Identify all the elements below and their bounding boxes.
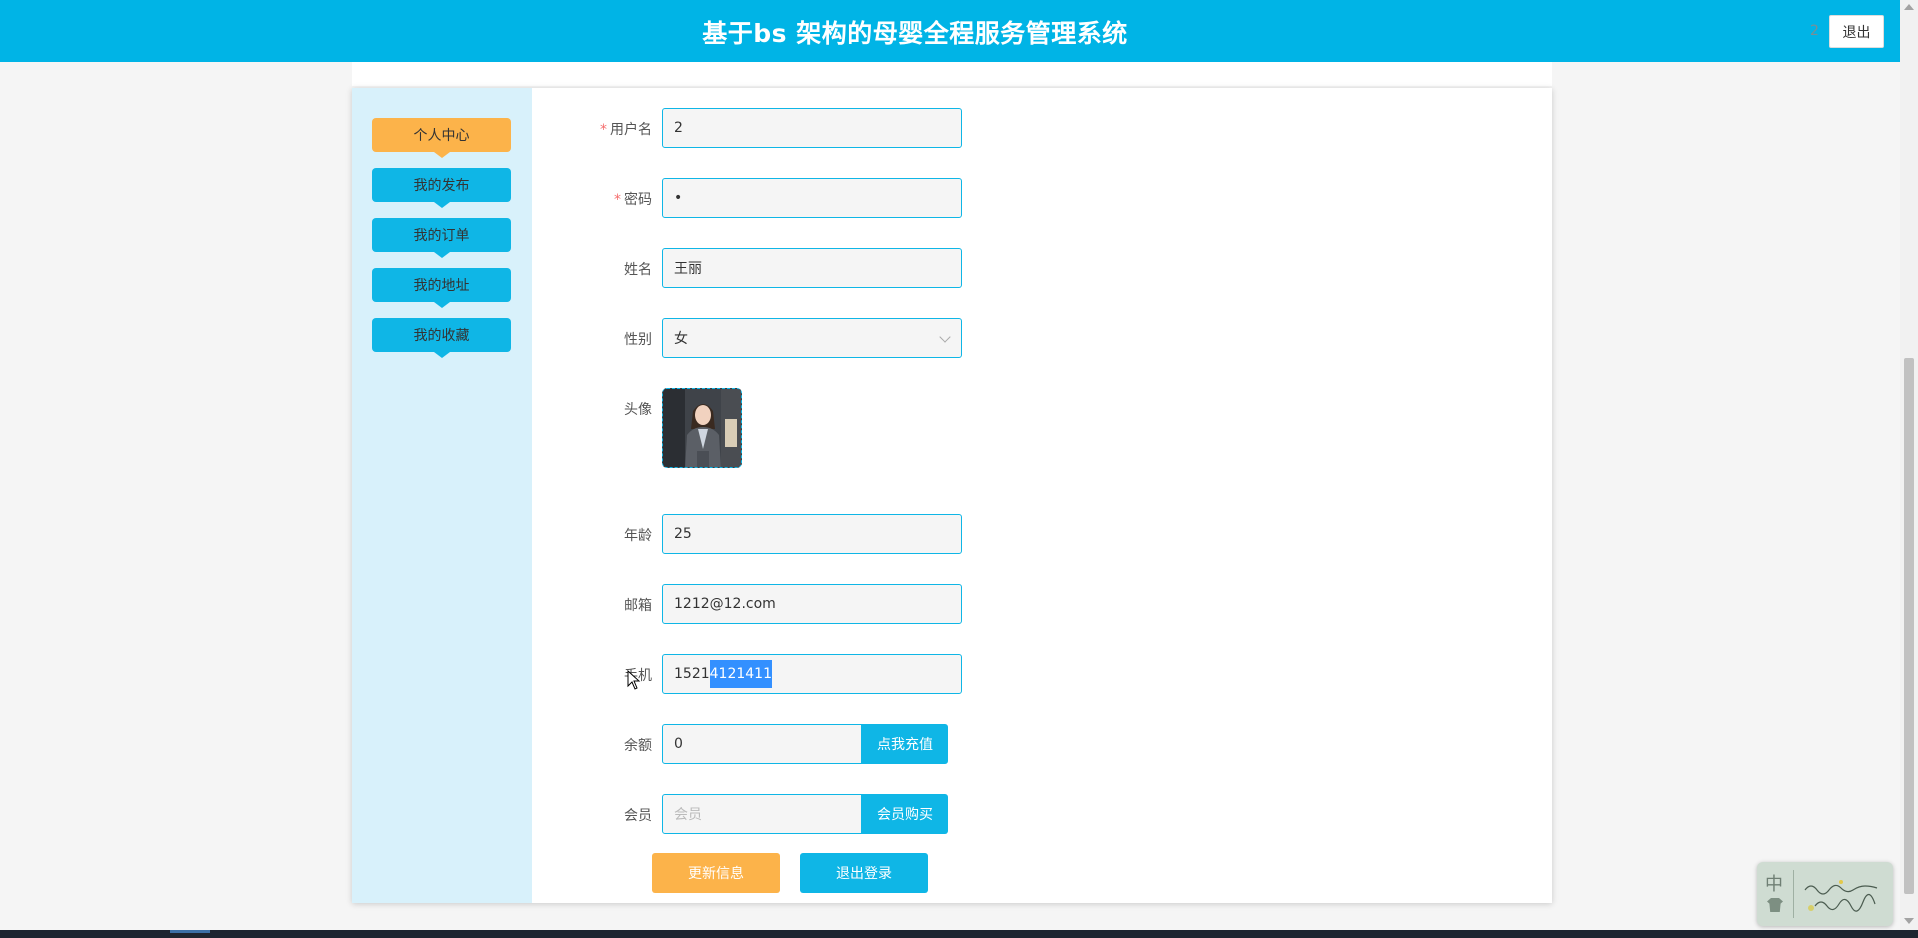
scrollbar-thumb[interactable] <box>1904 358 1914 894</box>
buy-membership-button[interactable]: 会员购买 <box>862 794 948 834</box>
ime-skin-icon[interactable] <box>1767 898 1783 912</box>
top-header: 基于bs 架构的母婴全程服务管理系统 2 退出 <box>0 0 1900 62</box>
ime-decoration-text <box>1801 876 1881 922</box>
selected-text: 4121411 <box>709 660 772 688</box>
mouse-cursor-icon <box>627 670 641 690</box>
balance-input[interactable]: 0 <box>662 724 862 764</box>
logout-button[interactable]: 退出登录 <box>800 853 928 893</box>
scroll-up-arrow-icon[interactable] <box>1904 4 1914 10</box>
email-input[interactable]: 1212@12.com <box>662 584 962 624</box>
required-mark: * <box>614 192 621 208</box>
member-label: 会员 <box>624 808 652 824</box>
avatar-image <box>663 389 741 467</box>
avatar-label: 头像 <box>624 402 652 418</box>
ime-widget[interactable]: 中 <box>1757 862 1893 926</box>
username-input[interactable]: 2 <box>662 108 962 148</box>
ime-doodle-icon <box>1804 880 1878 912</box>
required-mark: * <box>600 122 607 138</box>
header-logout-button[interactable]: 退出 <box>1829 15 1884 48</box>
sidebar: 个人中心 我的发布 我的订单 我的地址 我的收藏 <box>352 88 532 903</box>
password-label: * 密码 <box>614 192 652 208</box>
balance-label: 余额 <box>624 738 652 754</box>
page-title: 基于bs 架构的母婴全程服务管理系统 <box>702 19 1128 48</box>
page-scrollbar[interactable] <box>1900 0 1918 930</box>
username-label: * 用户名 <box>600 122 652 138</box>
top-card-stub <box>352 62 1552 86</box>
ime-divider <box>1793 870 1794 918</box>
gender-label: 性别 <box>624 332 652 348</box>
name-input[interactable]: 王丽 <box>662 248 962 288</box>
sidebar-item-my-favorites[interactable]: 我的收藏 <box>372 318 511 358</box>
sidebar-item-personal-center[interactable]: 个人中心 <box>372 118 511 158</box>
sidebar-item-my-addresses[interactable]: 我的地址 <box>372 268 511 308</box>
email-label: 邮箱 <box>624 598 652 614</box>
password-input[interactable]: • <box>662 178 962 218</box>
recharge-button[interactable]: 点我充值 <box>862 724 948 764</box>
member-input[interactable]: 会员 <box>662 794 862 834</box>
phone-input[interactable]: 1521 4121411 <box>662 654 962 694</box>
current-username: 2 <box>1810 23 1819 39</box>
chevron-down-icon <box>939 331 951 343</box>
taskbar-edge <box>0 930 1918 938</box>
age-label: 年龄 <box>624 528 652 544</box>
age-input[interactable]: 25 <box>662 514 962 554</box>
update-info-button[interactable]: 更新信息 <box>652 853 780 893</box>
gender-select[interactable]: 女 <box>662 318 962 358</box>
scroll-down-arrow-icon[interactable] <box>1904 918 1914 924</box>
name-label: 姓名 <box>624 262 652 278</box>
sidebar-item-my-orders[interactable]: 我的订单 <box>372 218 511 258</box>
ime-mode-char[interactable]: 中 <box>1765 870 1783 896</box>
sidebar-item-my-posts[interactable]: 我的发布 <box>372 168 511 208</box>
avatar-upload[interactable] <box>662 388 742 468</box>
